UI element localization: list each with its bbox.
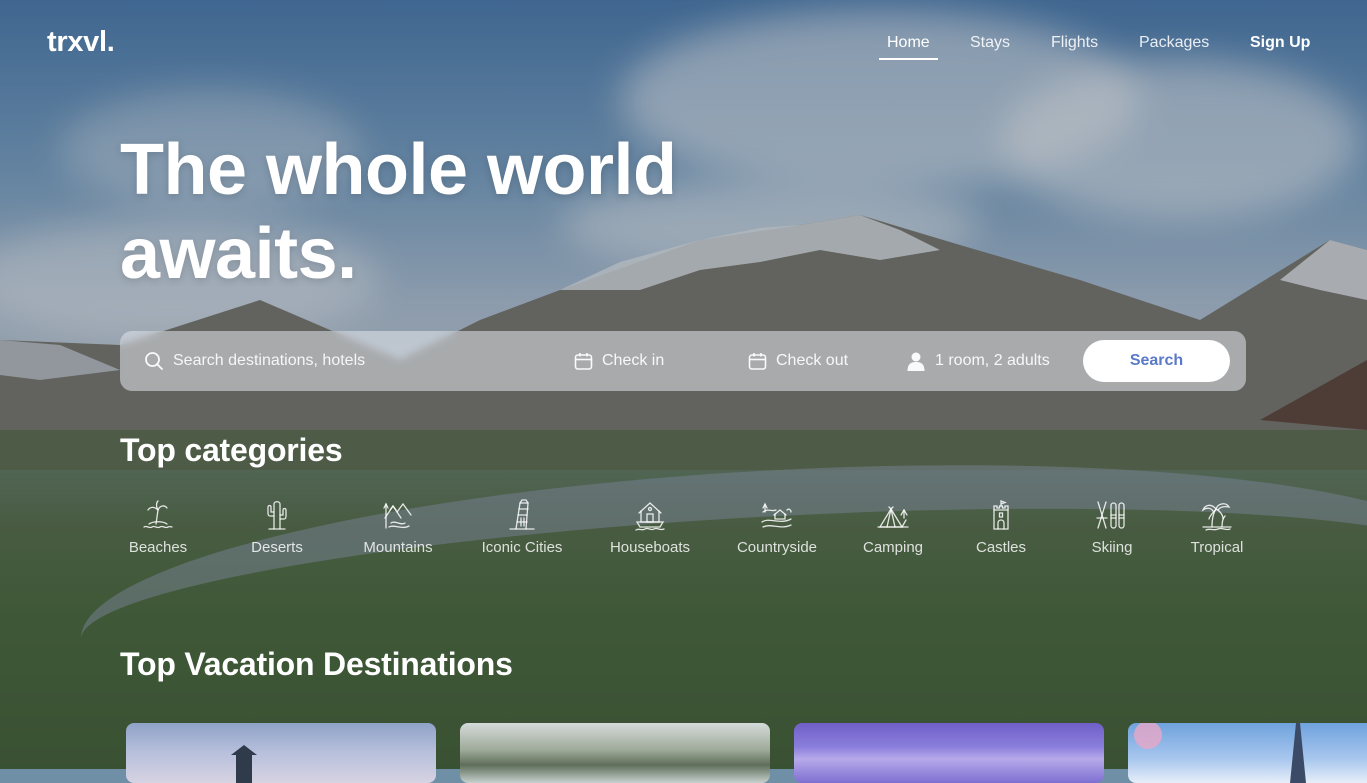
hero-title-line1: The whole world (120, 130, 677, 210)
calendar-icon (748, 352, 767, 370)
top-destinations-title: Top Vacation Destinations (120, 646, 513, 682)
category-beaches[interactable]: Beaches (93, 498, 223, 556)
category-label: Beaches (128, 539, 188, 556)
destination-card[interactable] (794, 723, 1104, 783)
nav-item-flights[interactable]: Flights (1051, 34, 1098, 52)
search-input[interactable] (173, 352, 473, 370)
category-countryside[interactable]: Countryside (712, 498, 842, 556)
nav-item-stays[interactable]: Stays (970, 34, 1010, 52)
skis-icon (1096, 501, 1125, 529)
search-button[interactable]: Search (1083, 340, 1230, 382)
eiffel-tower-image (1134, 723, 1306, 783)
search-bar: Check in Check out 1 room, 2 adults Sear… (120, 331, 1246, 391)
tent-icon (877, 506, 909, 528)
nav-item-home[interactable]: Home (879, 34, 938, 60)
check-in-label: Check in (602, 352, 665, 369)
person-icon (907, 352, 925, 371)
destination-field[interactable] (144, 331, 473, 391)
houseboat-icon (635, 502, 665, 531)
hero-title-line2: awaits. (120, 214, 357, 294)
category-label: Houseboats (609, 539, 691, 556)
leaning-tower-icon (509, 499, 535, 530)
category-label: Deserts (251, 539, 303, 556)
check-out-field[interactable]: Check out (748, 331, 848, 391)
check-out-label: Check out (776, 352, 849, 369)
castle-icon (993, 500, 1009, 530)
hero-title: The whole world awaits. (120, 128, 760, 296)
mountains-icon (383, 502, 412, 529)
category-label: Iconic Cities (481, 539, 563, 556)
top-categories-title: Top categories (120, 432, 343, 468)
guests-label: 1 room, 2 adults (935, 352, 1050, 369)
category-label: Countryside (736, 539, 818, 556)
check-in-field[interactable]: Check in (574, 331, 664, 391)
category-label: Tropical (1190, 539, 1244, 556)
pagoda-image (231, 745, 257, 783)
palm-trees-icon (1201, 503, 1232, 531)
category-houseboats[interactable]: Houseboats (585, 498, 715, 556)
main-nav: Home Stays Flights Packages Sign Up (0, 34, 1367, 64)
category-deserts[interactable]: Deserts (212, 498, 342, 556)
guests-field[interactable]: 1 room, 2 adults (906, 331, 1050, 391)
destination-card[interactable] (1128, 723, 1367, 783)
sign-up-link[interactable]: Sign Up (1250, 34, 1310, 52)
nav-item-packages[interactable]: Packages (1139, 34, 1209, 52)
category-tropical[interactable]: Tropical (1152, 498, 1282, 556)
category-label: Mountains (363, 539, 433, 556)
calendar-icon (574, 352, 593, 370)
cactus-icon (267, 501, 287, 530)
search-icon (145, 352, 163, 370)
beach-island-icon (143, 500, 173, 529)
countryside-icon (761, 502, 792, 528)
category-mountains[interactable]: Mountains (333, 498, 463, 556)
destination-card[interactable] (126, 723, 436, 783)
destination-card[interactable] (460, 723, 770, 783)
category-iconic-cities[interactable]: Iconic Cities (457, 498, 587, 556)
